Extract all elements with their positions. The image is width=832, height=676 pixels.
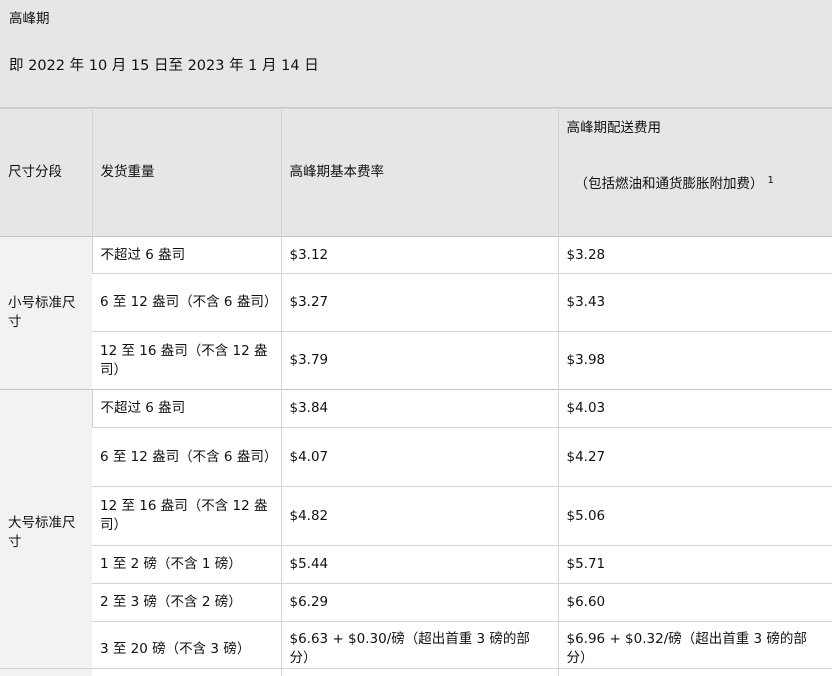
weight-cell: 12 至 16 盎司（不含 12 盎司） (92, 332, 281, 390)
base-rate-cell: $3.12 (281, 237, 558, 274)
weight-cell: 12 至 16 盎司（不含 12 盎司） (92, 487, 281, 546)
peak-period-header: 高峰期 即 2022 年 10 月 15 日至 2023 年 1 月 14 日 (0, 0, 832, 108)
peak-fee-title: 高峰期配送费用 (567, 119, 825, 138)
peak-fee-subtitle: （包括燃油和通货膨胀附加费） 1 (567, 171, 825, 194)
peak-fee-table: 尺寸分段 发货重量 高峰期基本费率 高峰期配送费用 （包括燃油和通货膨胀附加费）… (0, 108, 832, 676)
peak-fee-cell: $5.71 (558, 546, 832, 584)
peak-fee-cell: $3.28 (558, 237, 832, 274)
base-rate-cell: $4.82 (281, 487, 558, 546)
base-rate-cell: $3.27 (281, 274, 558, 332)
table-row: 大号标准尺寸 不超过 6 盎司 $3.84 $4.03 (0, 390, 832, 428)
table-bottom-border (0, 668, 832, 669)
table-row: 6 至 12 盎司（不含 6 盎司） $3.27 $3.43 (0, 274, 832, 332)
column-header-weight: 发货重量 (92, 109, 281, 237)
table-row: 12 至 16 盎司（不含 12 盎司） $4.82 $5.06 (0, 487, 832, 546)
table-row: 2 至 3 磅（不含 2 磅） $6.29 $6.60 (0, 584, 832, 622)
column-header-peak-fee: 高峰期配送费用 （包括燃油和通货膨胀附加费） 1 (558, 109, 832, 237)
weight-cell: 不超过 6 盎司 (92, 237, 281, 274)
table-row: 6 至 12 盎司（不含 6 盎司） $4.07 $4.27 (0, 428, 832, 487)
weight-cell: 1 至 2 磅（不含 1 磅） (92, 546, 281, 584)
base-rate-cell: $3.84 (281, 390, 558, 428)
column-header-base-rate: 高峰期基本费率 (281, 109, 558, 237)
footnote-marker: 1 (768, 175, 774, 186)
weight-cell: 不超过 6 盎司 (92, 390, 281, 428)
peak-fee-cell: $3.98 (558, 332, 832, 390)
column-header-size-tier: 尺寸分段 (0, 109, 92, 237)
weight-cell: 6 至 12 盎司（不含 6 盎司） (92, 428, 281, 487)
peak-fee-cell: $3.43 (558, 274, 832, 332)
table-header-row: 尺寸分段 发货重量 高峰期基本费率 高峰期配送费用 （包括燃油和通货膨胀附加费）… (0, 109, 832, 237)
weight-cell: 6 至 12 盎司（不含 6 盎司） (92, 274, 281, 332)
peak-fee-cell: $6.60 (558, 584, 832, 622)
size-tier-large-standard: 大号标准尺寸 (0, 390, 92, 676)
table-row: 12 至 16 盎司（不含 12 盎司） $3.79 $3.98 (0, 332, 832, 390)
table-row: 小号标准尺寸 不超过 6 盎司 $3.12 $3.28 (0, 237, 832, 274)
size-tier-small-standard: 小号标准尺寸 (0, 237, 92, 390)
base-rate-cell: $5.44 (281, 546, 558, 584)
base-rate-cell: $4.07 (281, 428, 558, 487)
table-row: 1 至 2 磅（不含 1 磅） $5.44 $5.71 (0, 546, 832, 584)
base-rate-cell: $6.29 (281, 584, 558, 622)
peak-fee-cell: $5.06 (558, 487, 832, 546)
peak-fee-subtitle-text: （包括燃油和通货膨胀附加费） (575, 176, 764, 192)
weight-cell: 2 至 3 磅（不含 2 磅） (92, 584, 281, 622)
peak-period-title: 高峰期 (9, 7, 50, 27)
peak-fee-cell: $4.03 (558, 390, 832, 428)
peak-fee-cell: $4.27 (558, 428, 832, 487)
base-rate-cell: $3.79 (281, 332, 558, 390)
peak-period-dates: 即 2022 年 10 月 15 日至 2023 年 1 月 14 日 (9, 54, 319, 75)
